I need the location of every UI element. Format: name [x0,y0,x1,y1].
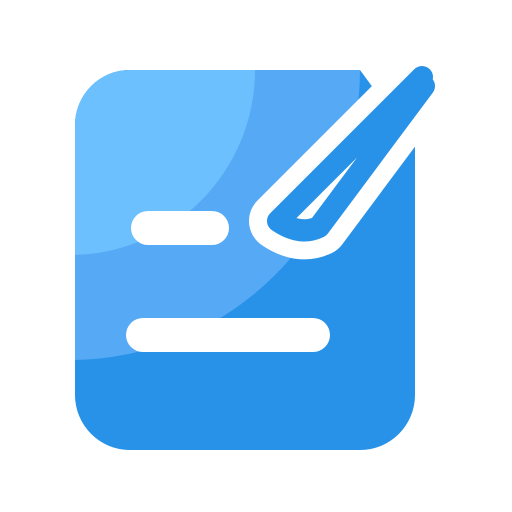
note-edit-icon [75,48,453,450]
app-icon-canvas [0,0,512,512]
